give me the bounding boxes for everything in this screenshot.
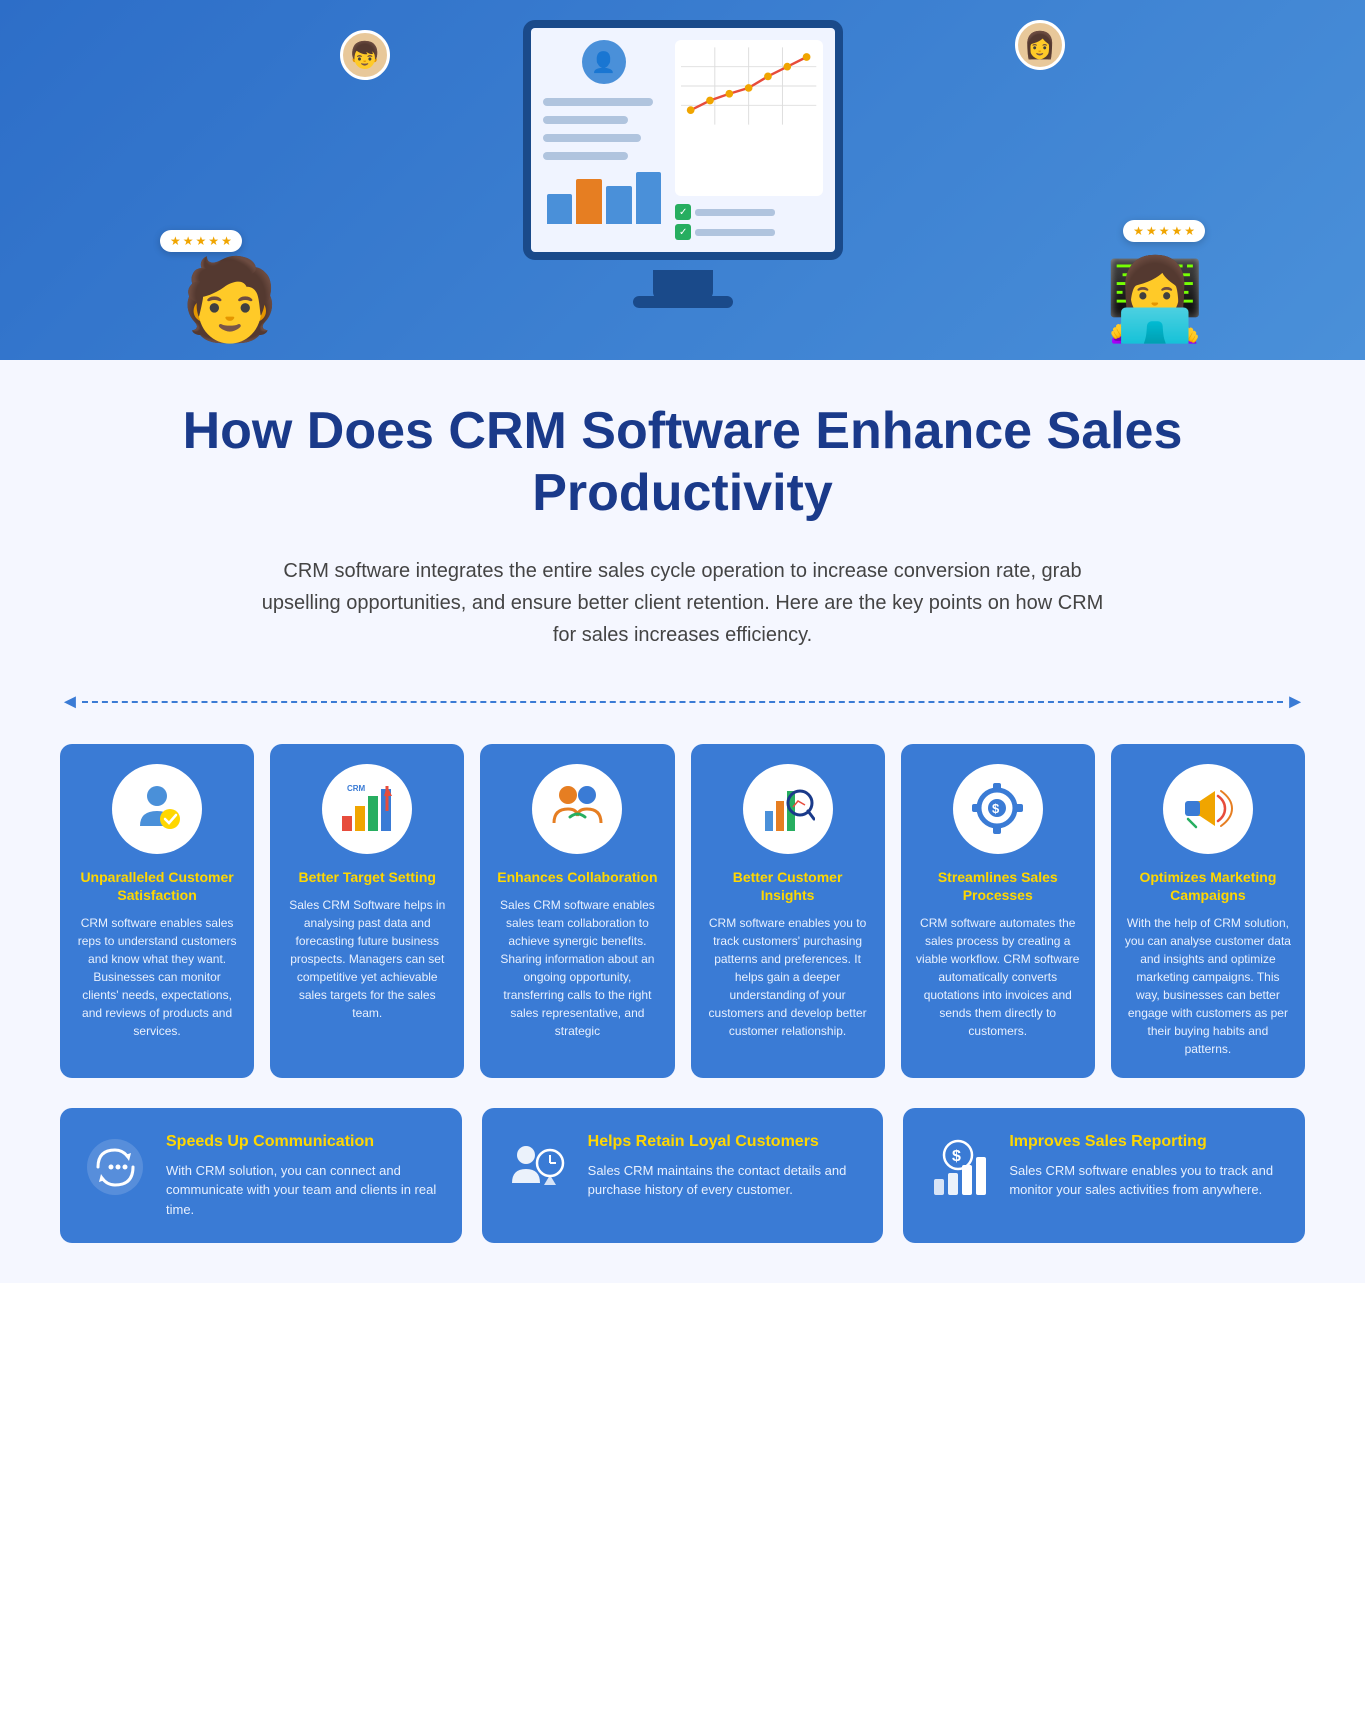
card-body-3: Sales CRM software enables sales team co… — [494, 896, 660, 1040]
page-subtitle: CRM software integrates the entire sales… — [253, 555, 1113, 651]
card-body-4: CRM software enables you to track custom… — [705, 914, 871, 1040]
person-right: ★★★★★ 👩‍💻 — [1105, 260, 1205, 340]
bottom-title-2: Helps Retain Loyal Customers — [588, 1132, 864, 1153]
card-body-5: CRM software automates the sales process… — [915, 914, 1081, 1040]
card-icon-2: CRM — [322, 764, 412, 854]
bottom-icon-3: $ — [923, 1132, 993, 1202]
card-icon-4 — [743, 764, 833, 854]
avatar-top-right: 👩 — [1015, 20, 1065, 70]
card-collaboration: Enhances Collaboration Sales CRM softwar… — [480, 744, 674, 1078]
bottom-title-3: Improves Sales Reporting — [1009, 1132, 1285, 1153]
card-title-4: Better Customer Insights — [705, 868, 871, 904]
person-left: ★★★★★ 🧑 — [180, 260, 280, 340]
bottom-grid: Speeds Up Communication With CRM solutio… — [60, 1108, 1305, 1243]
card-icon-5: $ — [953, 764, 1043, 854]
monitor-illustration: ✓ ✓ — [523, 20, 843, 300]
rating-bubble-right: ★★★★★ — [1123, 220, 1205, 242]
main-content: How Does CRM Software Enhance Sales Prod… — [0, 360, 1365, 1283]
svg-text:$: $ — [992, 801, 1000, 816]
hero-inner: ✓ ✓ ★★★★★ — [0, 0, 1365, 360]
card-title-5: Streamlines Sales Processes — [915, 868, 1081, 904]
card-customer-insights: Better Customer Insights CRM software en… — [691, 744, 885, 1078]
card-sales-processes: $ Streamlines Sales Processes CRM softwa… — [901, 744, 1095, 1078]
bottom-icon-1 — [80, 1132, 150, 1202]
page-title: How Does CRM Software Enhance Sales Prod… — [60, 400, 1305, 525]
rating-bubble-left: ★★★★★ — [160, 230, 242, 252]
avatar-top-left: 👦 — [340, 30, 390, 80]
bottom-body-2: Sales CRM maintains the contact details … — [588, 1161, 864, 1200]
card-icon-1 — [112, 764, 202, 854]
bottom-text-1: Speeds Up Communication With CRM solutio… — [166, 1132, 442, 1219]
card-body-2: Sales CRM Software helps in analysing pa… — [284, 896, 450, 1022]
svg-text:$: $ — [952, 1148, 961, 1165]
card-target-setting: CRM Better Target Setting Sales CRM Soft… — [270, 744, 464, 1078]
cards-grid: Unparalleled Customer Satisfaction CRM s… — [60, 744, 1305, 1078]
card-customer-satisfaction: Unparalleled Customer Satisfaction CRM s… — [60, 744, 254, 1078]
card-body-6: With the help of CRM solution, you can a… — [1125, 914, 1291, 1058]
check-icon-2: ✓ — [675, 224, 691, 240]
card-title-3: Enhances Collaboration — [497, 868, 657, 886]
card-marketing-campaigns: Optimizes Marketing Campaigns With the h… — [1111, 744, 1305, 1078]
arrow-left-icon: ◄ — [60, 691, 80, 714]
card-title-1: Unparalleled Customer Satisfaction — [74, 868, 240, 904]
card-icon-6 — [1163, 764, 1253, 854]
bottom-card-communication: Speeds Up Communication With CRM solutio… — [60, 1108, 462, 1243]
monitor-base — [633, 296, 733, 308]
card-body-1: CRM software enables sales reps to under… — [74, 914, 240, 1040]
card-icon-3 — [532, 764, 622, 854]
monitor-screen: ✓ ✓ — [523, 20, 843, 260]
hero-section: ✓ ✓ ★★★★★ — [0, 0, 1365, 360]
dotted-line — [82, 701, 1283, 703]
card-title-6: Optimizes Marketing Campaigns — [1125, 868, 1291, 904]
card-title-2: Better Target Setting — [299, 868, 436, 886]
bottom-body-1: With CRM solution, you can connect and c… — [166, 1161, 442, 1220]
arrow-divider: ◄ ► — [60, 691, 1305, 714]
bottom-card-reporting: $ Improves Sales Reporting Sales CRM sof… — [903, 1108, 1305, 1243]
bottom-title-1: Speeds Up Communication — [166, 1132, 442, 1153]
arrow-right-icon: ► — [1285, 691, 1305, 714]
check-icon: ✓ — [675, 204, 691, 220]
bottom-body-3: Sales CRM software enables you to track … — [1009, 1161, 1285, 1200]
bottom-icon-2 — [502, 1132, 572, 1202]
monitor-avatar — [582, 40, 626, 84]
bottom-card-retain: Helps Retain Loyal Customers Sales CRM m… — [482, 1108, 884, 1243]
bottom-text-3: Improves Sales Reporting Sales CRM softw… — [1009, 1132, 1285, 1200]
svg-text:CRM: CRM — [347, 784, 366, 793]
bottom-text-2: Helps Retain Loyal Customers Sales CRM m… — [588, 1132, 864, 1200]
